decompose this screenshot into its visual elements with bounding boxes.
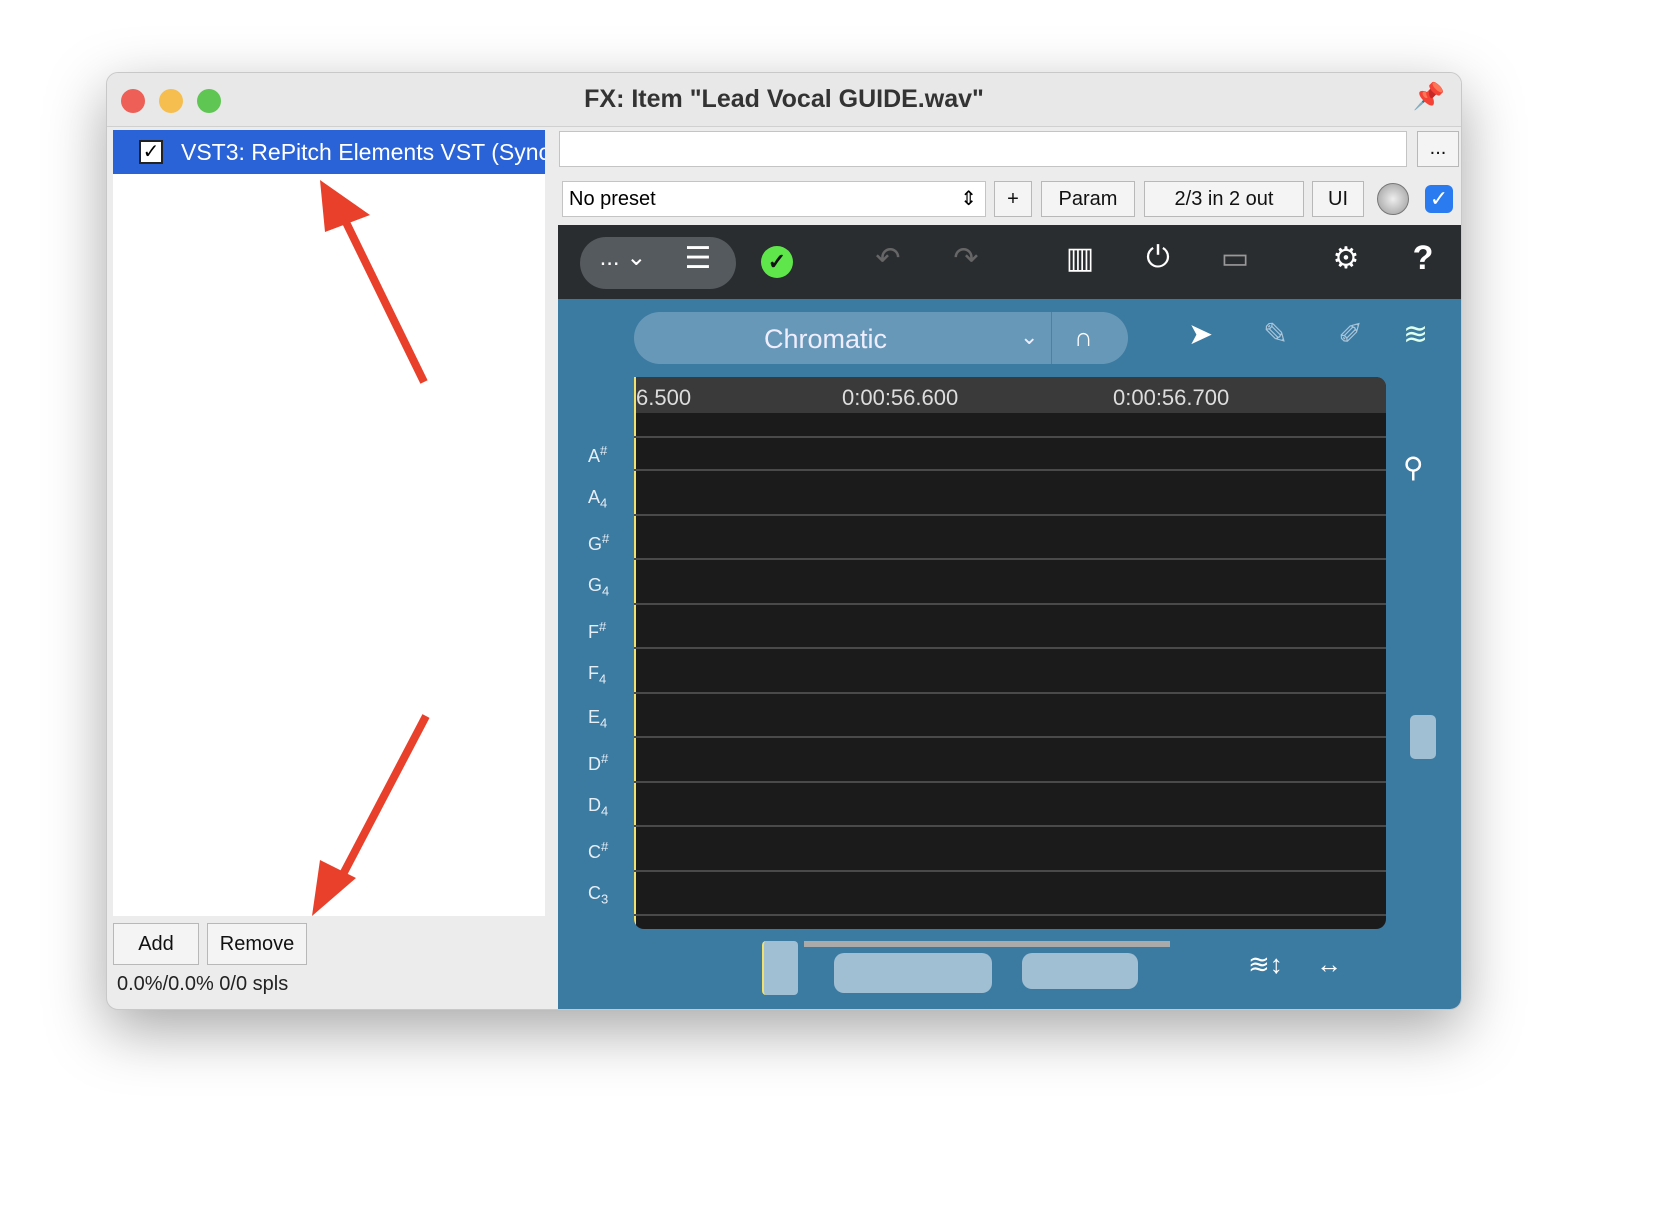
note-label: G4 <box>588 575 610 599</box>
plugin-toolbar: ... ⌄ ☰ ✓ ↶ ↷ ▥ ⏻ ▭ ⚙ ? <box>558 225 1461 299</box>
note-label: A# <box>588 443 608 466</box>
pin-icon[interactable]: 📌 <box>1413 81 1445 112</box>
playhead[interactable] <box>634 377 636 929</box>
scale-select[interactable]: Chromatic ⌄ ∩ <box>634 312 1128 364</box>
wet-knob[interactable] <box>1377 183 1409 215</box>
updown-icon: ⇕ <box>960 188 977 210</box>
fx-label: VST3: RePitch Elements VST (Synchro Arts… <box>181 139 545 165</box>
ruler-label: 6.500 <box>636 385 692 410</box>
pitch-tool-icon[interactable]: ✎ <box>1263 317 1288 352</box>
add-preset-button[interactable]: + <box>994 181 1032 217</box>
title-bar: FX: Item "Lead Vocal GUIDE.wav" 📌 <box>107 73 1461 127</box>
remove-button[interactable]: Remove <box>207 923 307 965</box>
preset-select[interactable]: No preset ⇕ <box>562 181 986 217</box>
power-icon[interactable]: ⏻ <box>1138 241 1178 275</box>
redo-icon[interactable]: ↷ <box>946 241 986 276</box>
fx-name-field[interactable] <box>559 131 1407 167</box>
menu-dropdown[interactable]: ... ⌄ <box>588 243 658 272</box>
note-label: C# <box>588 839 609 862</box>
columns-icon[interactable]: ▥ <box>1060 241 1100 276</box>
param-button[interactable]: Param <box>1041 181 1135 217</box>
window-title: FX: Item "Lead Vocal GUIDE.wav" <box>584 85 984 113</box>
ui-button[interactable]: UI <box>1312 181 1364 217</box>
overview-handle[interactable] <box>762 941 798 995</box>
fx-enable-checkbox[interactable]: ✓ <box>139 140 163 164</box>
magnet-icon[interactable]: ∩ <box>1074 322 1093 353</box>
ruler-label: 0:00:56.600 <box>842 385 959 410</box>
time-ruler[interactable]: 6.500 0:00:56.600 0:00:56.700 <box>634 377 1386 413</box>
fx-list-item[interactable]: ✓ VST3: RePitch Elements VST (Synchro Ar… <box>113 130 545 174</box>
note-label: F# <box>588 619 607 642</box>
more-button[interactable]: ... <box>1417 131 1459 167</box>
note-label: D4 <box>588 795 609 819</box>
add-button[interactable]: Add <box>113 923 199 965</box>
chevron-down-icon: ⌄ <box>1020 324 1039 349</box>
note-label: E4 <box>588 707 608 731</box>
vertical-zoom-icon[interactable]: ⚲ <box>1403 451 1424 484</box>
io-button[interactable]: 2/3 in 2 out <box>1144 181 1304 217</box>
waveform-zoom-icon[interactable]: ≋↕ <box>1248 949 1283 980</box>
help-icon[interactable]: ? <box>1403 239 1443 278</box>
waveform-tool-icon[interactable]: ≋ <box>1403 317 1428 352</box>
note-label: G# <box>588 531 610 554</box>
screen-lock-icon[interactable]: ▭ <box>1210 241 1260 276</box>
note-labels: A# A4 G# G4 F# F4 E4 D# D4 C# C3 <box>578 441 634 921</box>
cpu-status: 0.0%/0.0% 0/0 spls <box>117 973 289 995</box>
undo-icon[interactable]: ↶ <box>868 241 908 276</box>
note-label: F4 <box>588 663 607 687</box>
pointer-tool-icon[interactable]: ➤ <box>1188 317 1213 352</box>
preset-value: No preset <box>569 188 656 210</box>
waveform-overview[interactable] <box>804 941 1170 997</box>
bypass-checkbox[interactable]: ✓ <box>1425 185 1453 213</box>
annotation-arrow-down <box>312 714 430 916</box>
gear-icon[interactable]: ⚙ <box>1326 241 1366 276</box>
ruler-label: 0:00:56.700 <box>1113 385 1230 410</box>
scale-value: Chromatic <box>764 324 888 354</box>
annotation-arrow-up <box>320 180 428 384</box>
horizontal-zoom-icon[interactable]: ↔ <box>1316 949 1342 980</box>
sliders-icon[interactable]: ☰ <box>668 241 728 276</box>
check-icon[interactable]: ✓ <box>761 246 793 278</box>
plugin-ui: ... ⌄ ☰ ✓ ↶ ↷ ▥ ⏻ ▭ ⚙ ? Chromatic ⌄ ∩ ➤ … <box>558 225 1461 1009</box>
vertical-zoom-slider[interactable] <box>1410 715 1436 759</box>
pitch-grid[interactable]: 6.500 0:00:56.600 0:00:56.700 <box>634 377 1386 929</box>
note-label: C3 <box>588 883 609 907</box>
draw-tool-icon[interactable]: ✐ <box>1338 317 1363 352</box>
note-label: D# <box>588 751 609 774</box>
note-label: A4 <box>588 487 608 511</box>
